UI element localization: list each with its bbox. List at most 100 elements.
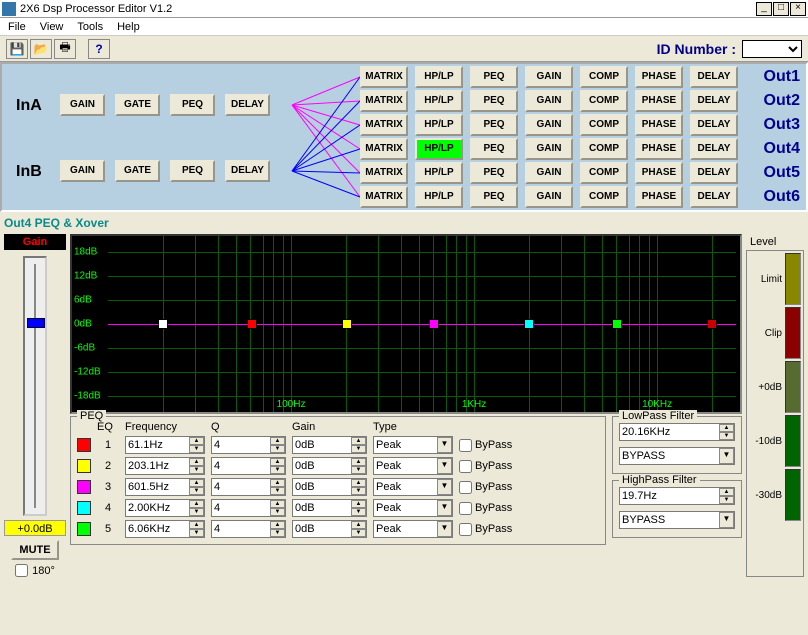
spin-up-icon[interactable]: ▲ — [270, 521, 285, 529]
save-button[interactable]: 💾 — [6, 39, 28, 59]
spin-down-icon[interactable]: ▼ — [270, 508, 285, 516]
out4-peq-button[interactable]: PEQ — [470, 138, 518, 160]
graph-node-eq5[interactable] — [612, 319, 622, 329]
spin-up-icon[interactable]: ▲ — [351, 458, 366, 466]
spin-up-icon[interactable]: ▲ — [719, 424, 734, 432]
spin-down-icon[interactable]: ▼ — [270, 445, 285, 453]
chevron-down-icon[interactable]: ▼ — [719, 448, 734, 464]
maximize-button[interactable]: □ — [773, 2, 789, 16]
out4-matrix-button[interactable]: MATRIX — [360, 138, 408, 160]
out6-gain-button[interactable]: GAIN — [525, 186, 573, 208]
out3-comp-button[interactable]: COMP — [580, 114, 628, 136]
eq2-q-input[interactable]: ▲▼ — [211, 457, 286, 475]
spin-up-icon[interactable]: ▲ — [719, 488, 734, 496]
spin-up-icon[interactable]: ▲ — [189, 437, 204, 445]
menu-help[interactable]: Help — [117, 21, 140, 33]
out4-phase-button[interactable]: PHASE — [635, 138, 683, 160]
spin-up-icon[interactable]: ▲ — [351, 479, 366, 487]
chevron-down-icon[interactable]: ▼ — [437, 479, 452, 495]
out5-gain-button[interactable]: GAIN — [525, 162, 573, 184]
spin-down-icon[interactable]: ▼ — [719, 432, 734, 440]
chevron-down-icon[interactable]: ▼ — [437, 521, 452, 537]
graph-node-hpf[interactable] — [158, 319, 168, 329]
out6-hplp-button[interactable]: HP/LP — [415, 186, 463, 208]
out6-peq-button[interactable]: PEQ — [470, 186, 518, 208]
graph-node-eq1[interactable] — [247, 319, 257, 329]
gain-slider-thumb[interactable] — [27, 318, 45, 328]
eq3-bypass-checkbox[interactable]: ByPass — [459, 481, 519, 494]
spin-down-icon[interactable]: ▼ — [189, 487, 204, 495]
mute-button[interactable]: MUTE — [11, 540, 59, 560]
gain-slider[interactable] — [23, 256, 47, 516]
eq4-type-select[interactable]: Peak▼ — [373, 499, 453, 517]
spin-down-icon[interactable]: ▼ — [189, 529, 204, 537]
spin-down-icon[interactable]: ▼ — [270, 487, 285, 495]
spin-down-icon[interactable]: ▼ — [270, 466, 285, 474]
out5-comp-button[interactable]: COMP — [580, 162, 628, 184]
eq5-q-input[interactable]: ▲▼ — [211, 520, 286, 538]
spin-down-icon[interactable]: ▼ — [189, 466, 204, 474]
eq5-type-select[interactable]: Peak▼ — [373, 520, 453, 538]
graph-node-eq4[interactable] — [524, 319, 534, 329]
out2-phase-button[interactable]: PHASE — [635, 90, 683, 112]
out2-comp-button[interactable]: COMP — [580, 90, 628, 112]
inA-delay-button[interactable]: DELAY — [225, 94, 270, 116]
out1-phase-button[interactable]: PHASE — [635, 66, 683, 88]
out3-matrix-button[interactable]: MATRIX — [360, 114, 408, 136]
out3-phase-button[interactable]: PHASE — [635, 114, 683, 136]
spin-up-icon[interactable]: ▲ — [351, 500, 366, 508]
menu-file[interactable]: File — [8, 21, 26, 33]
inA-gate-button[interactable]: GATE — [115, 94, 160, 116]
spin-up-icon[interactable]: ▲ — [270, 437, 285, 445]
phase-180-checkbox[interactable]: 180° — [15, 564, 55, 577]
eq2-type-select[interactable]: Peak▼ — [373, 457, 453, 475]
graph-node-eq3[interactable] — [429, 319, 439, 329]
open-button[interactable]: 📂 — [30, 39, 52, 59]
out3-peq-button[interactable]: PEQ — [470, 114, 518, 136]
out6-phase-button[interactable]: PHASE — [635, 186, 683, 208]
menu-tools[interactable]: Tools — [77, 21, 103, 33]
spin-down-icon[interactable]: ▼ — [351, 529, 366, 537]
out1-hplp-button[interactable]: HP/LP — [415, 66, 463, 88]
eq4-bypass-checkbox[interactable]: ByPass — [459, 502, 519, 515]
out6-comp-button[interactable]: COMP — [580, 186, 628, 208]
inA-gain-button[interactable]: GAIN — [60, 94, 105, 116]
eq5-gain-input[interactable]: ▲▼ — [292, 520, 367, 538]
id-number-select[interactable] — [742, 40, 802, 58]
out2-peq-button[interactable]: PEQ — [470, 90, 518, 112]
spin-down-icon[interactable]: ▼ — [719, 496, 734, 504]
lpf-type-select[interactable]: BYPASS▼ — [619, 447, 735, 465]
spin-up-icon[interactable]: ▲ — [351, 521, 366, 529]
spin-up-icon[interactable]: ▲ — [189, 458, 204, 466]
eq1-freq-input[interactable]: ▲▼ — [125, 436, 205, 454]
eq4-freq-input[interactable]: ▲▼ — [125, 499, 205, 517]
eq1-q-input[interactable]: ▲▼ — [211, 436, 286, 454]
spin-down-icon[interactable]: ▼ — [189, 508, 204, 516]
eq3-gain-input[interactable]: ▲▼ — [292, 478, 367, 496]
inB-peq-button[interactable]: PEQ — [170, 160, 215, 182]
out3-gain-button[interactable]: GAIN — [525, 114, 573, 136]
help-button[interactable]: ? — [88, 39, 110, 59]
out1-peq-button[interactable]: PEQ — [470, 66, 518, 88]
out2-delay-button[interactable]: DELAY — [690, 90, 738, 112]
print-button[interactable]: 🖶 — [54, 39, 76, 59]
graph-node-eq2[interactable] — [342, 319, 352, 329]
spin-up-icon[interactable]: ▲ — [189, 521, 204, 529]
spin-down-icon[interactable]: ▼ — [351, 487, 366, 495]
eq4-q-input[interactable]: ▲▼ — [211, 499, 286, 517]
out4-hplp-button[interactable]: HP/LP — [415, 138, 463, 160]
out1-comp-button[interactable]: COMP — [580, 66, 628, 88]
chevron-down-icon[interactable]: ▼ — [437, 500, 452, 516]
chevron-down-icon[interactable]: ▼ — [437, 437, 452, 453]
inA-peq-button[interactable]: PEQ — [170, 94, 215, 116]
out2-hplp-button[interactable]: HP/LP — [415, 90, 463, 112]
eq3-type-select[interactable]: Peak▼ — [373, 478, 453, 496]
lpf-freq-input[interactable]: ▲▼ — [619, 423, 735, 441]
phase-checkbox-input[interactable] — [15, 564, 28, 577]
hpf-freq-input[interactable]: ▲▼ — [619, 487, 735, 505]
out1-matrix-button[interactable]: MATRIX — [360, 66, 408, 88]
chevron-down-icon[interactable]: ▼ — [437, 458, 452, 474]
spin-up-icon[interactable]: ▲ — [351, 437, 366, 445]
eq4-gain-input[interactable]: ▲▼ — [292, 499, 367, 517]
spin-up-icon[interactable]: ▲ — [270, 458, 285, 466]
